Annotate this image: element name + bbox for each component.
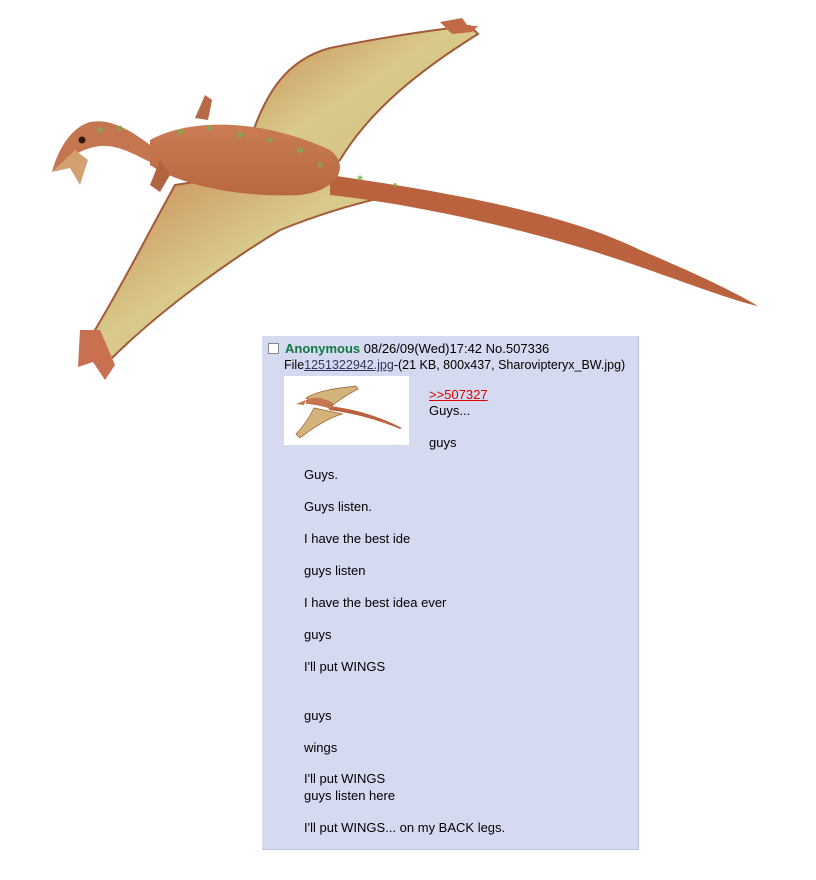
post-reply: Anonymous 08/26/09(Wed)17:42 No.507336 F… — [262, 336, 639, 850]
comment-line: I have the best idea ever — [304, 595, 447, 610]
comment-line: I'll put WINGS... on my BACK legs. — [304, 820, 506, 835]
quote-link[interactable]: >>507327 — [429, 387, 488, 402]
pterosaur-thumbnail[interactable] — [284, 376, 409, 445]
post-number[interactable]: No.507336 — [486, 341, 550, 356]
comment-line: wings — [304, 740, 338, 755]
comment-line: Guys listen. — [304, 499, 372, 514]
comment-line: guys listen here — [304, 788, 396, 803]
comment-line: guys — [304, 627, 332, 642]
post-datetime: 08/26/09(Wed)17:42 — [363, 341, 483, 356]
poster-name: Anonymous — [285, 341, 361, 356]
file-details: -(21 KB, 800x437, Sharovipteryx_BW.jpg) — [393, 358, 626, 372]
file-prefix: File — [284, 358, 305, 372]
comment-line: I'll put WINGS — [304, 659, 386, 674]
delete-checkbox[interactable] — [268, 343, 279, 354]
comment-line: Guys... — [429, 403, 471, 418]
file-info: File1251322942.jpg-(21 KB, 800x437, Shar… — [284, 358, 625, 372]
post-header: Anonymous 08/26/09(Wed)17:42 No.507336 — [268, 341, 549, 356]
comment-line: guys — [304, 708, 332, 723]
comment-line: guys listen — [304, 563, 366, 578]
comment-line: I have the best ide — [304, 531, 411, 546]
comment-line: I'll put WINGS — [304, 771, 386, 786]
quote-link-line: >>507327 — [429, 387, 488, 402]
comment-line: guys — [429, 435, 457, 450]
comment-line: Guys. — [304, 467, 338, 482]
file-link[interactable]: 1251322942.jpg — [304, 358, 394, 372]
